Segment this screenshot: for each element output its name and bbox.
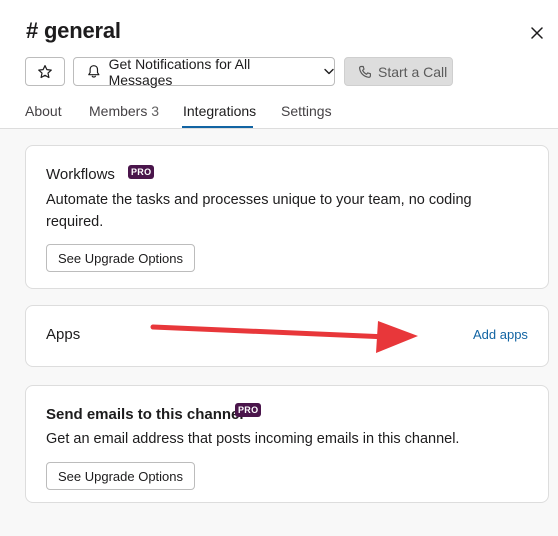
workflows-title: Workflows bbox=[46, 166, 115, 183]
pro-badge: PRO bbox=[128, 165, 155, 179]
workflows-description-line: required. bbox=[46, 214, 104, 230]
tab-label: Integrations bbox=[183, 103, 257, 119]
tab-members[interactable]: Members 3 bbox=[89, 103, 159, 129]
chevron-down-icon bbox=[324, 68, 334, 75]
bell-icon bbox=[88, 65, 100, 78]
star-icon bbox=[38, 64, 52, 78]
star-channel-button[interactable] bbox=[25, 57, 65, 86]
channel-header: # general Get Notifications for All Mess… bbox=[0, 0, 558, 129]
send-emails-card: Send emails to this channel PRO Get an e… bbox=[25, 385, 549, 503]
workflows-description: Automate the tasks and processes unique … bbox=[46, 189, 472, 233]
see-upgrade-options-button[interactable]: See Upgrade Options bbox=[46, 462, 195, 490]
start-call-label: Start a Call bbox=[378, 63, 448, 80]
close-button[interactable] bbox=[526, 22, 548, 44]
apps-title: Apps bbox=[46, 326, 81, 343]
close-icon bbox=[531, 27, 543, 39]
tab-about[interactable]: About bbox=[25, 103, 62, 129]
start-call-button[interactable]: Start a Call bbox=[344, 57, 453, 86]
notifications-label: Get Notifications for All Messages bbox=[108, 55, 251, 88]
send-emails-description: Get an email address that posts incoming… bbox=[46, 431, 460, 447]
integrations-panel: Workflows PRO Automate the tasks and pro… bbox=[0, 129, 558, 536]
apps-card: Apps Add apps bbox=[25, 305, 549, 367]
channel-title: # general bbox=[26, 18, 121, 43]
tab-bar: About Members 3 Integrations Settings bbox=[0, 100, 558, 129]
tab-settings[interactable]: Settings bbox=[281, 103, 332, 129]
send-emails-title: Send emails to this channel bbox=[46, 406, 244, 423]
pro-badge: PRO bbox=[235, 403, 262, 417]
see-upgrade-options-button[interactable]: See Upgrade Options bbox=[46, 244, 195, 272]
members-count: 3 bbox=[151, 103, 160, 119]
phone-icon bbox=[358, 65, 371, 78]
workflows-description-line: Automate the tasks and processes unique … bbox=[46, 192, 472, 208]
tab-label: About bbox=[25, 103, 62, 119]
tab-label: Settings bbox=[281, 103, 332, 119]
add-apps-link[interactable]: Add apps bbox=[473, 327, 528, 342]
tab-label: Members bbox=[89, 103, 148, 119]
notifications-dropdown[interactable]: Get Notifications for All Messages bbox=[73, 55, 335, 88]
workflows-card: Workflows PRO Automate the tasks and pro… bbox=[25, 145, 549, 289]
